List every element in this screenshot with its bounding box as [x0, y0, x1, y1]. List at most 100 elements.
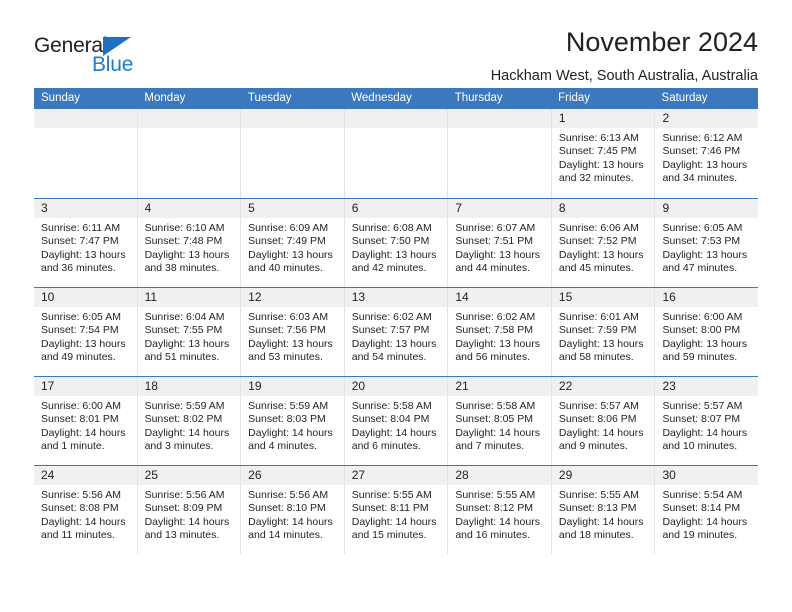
- day-cell[interactable]: 9 Sunrise: 6:05 AM Sunset: 7:53 PM Dayli…: [655, 199, 759, 287]
- day-number: 18: [137, 377, 241, 396]
- daylight-text-line1: Daylight: 13 hours: [351, 337, 437, 350]
- day-cell[interactable]: 7 Sunrise: 6:07 AM Sunset: 7:51 PM Dayli…: [448, 199, 552, 287]
- weekday-header-wednesday: Wednesday: [351, 92, 412, 104]
- day-cell[interactable]: 11 Sunrise: 6:04 AM Sunset: 7:55 PM Dayl…: [137, 288, 242, 376]
- daylight-text-line1: Daylight: 14 hours: [248, 515, 333, 528]
- day-number: 24: [34, 466, 137, 485]
- day-details: Sunrise: 6:00 AM Sunset: 8:01 PM Dayligh…: [34, 396, 137, 454]
- logo-text-blue: Blue: [92, 53, 134, 76]
- sunset-text: Sunset: 7:54 PM: [41, 324, 119, 337]
- daylight-text-line1: Daylight: 13 hours: [248, 337, 333, 350]
- day-cell[interactable]: 10 Sunrise: 6:05 AM Sunset: 7:54 PM Dayl…: [34, 288, 138, 376]
- day-details: Sunrise: 5:56 AM Sunset: 8:08 PM Dayligh…: [34, 485, 137, 543]
- day-number: 3: [34, 199, 137, 218]
- day-details: Sunrise: 5:59 AM Sunset: 8:02 PM Dayligh…: [138, 396, 241, 454]
- day-cell[interactable]: 26 Sunrise: 5:56 AM Sunset: 8:10 PM Dayl…: [241, 466, 345, 554]
- day-cell[interactable]: 29 Sunrise: 5:55 AM Sunset: 8:13 PM Dayl…: [551, 466, 656, 554]
- day-details: Sunrise: 6:04 AM Sunset: 7:55 PM Dayligh…: [138, 307, 241, 365]
- sunrise-text: Sunrise: 5:58 AM: [455, 400, 536, 412]
- daylight-text-line1: Daylight: 14 hours: [351, 426, 437, 439]
- daylight-text-line2: and 42 minutes.: [351, 262, 427, 275]
- sunset-text: Sunset: 8:14 PM: [662, 502, 741, 515]
- title-block: November 2024 Hackham West, South Austra…: [150, 26, 758, 86]
- sunset-text: Sunset: 7:57 PM: [351, 324, 430, 337]
- day-details: Sunrise: 6:03 AM Sunset: 7:56 PM Dayligh…: [241, 307, 344, 365]
- day-cell[interactable]: 12 Sunrise: 6:03 AM Sunset: 7:56 PM Dayl…: [241, 288, 345, 376]
- sunrise-text: Sunrise: 6:06 AM: [558, 222, 639, 234]
- daylight-text-line1: Daylight: 13 hours: [558, 248, 644, 261]
- sunset-text: Sunset: 7:58 PM: [455, 324, 533, 337]
- sunset-text: Sunset: 7:49 PM: [248, 235, 326, 248]
- sunrise-text: Sunrise: 6:05 AM: [662, 222, 743, 234]
- day-details: Sunrise: 5:54 AM Sunset: 8:14 PM Dayligh…: [655, 485, 758, 543]
- sunrise-text: Sunrise: 6:03 AM: [248, 311, 329, 323]
- day-cell[interactable]: 4 Sunrise: 6:10 AM Sunset: 7:48 PM Dayli…: [137, 199, 242, 287]
- day-cell[interactable]: [241, 109, 345, 198]
- sunset-text: Sunset: 7:45 PM: [558, 145, 637, 158]
- day-cell[interactable]: 21 Sunrise: 5:58 AM Sunset: 8:05 PM Dayl…: [448, 377, 552, 465]
- day-details: Sunrise: 6:07 AM Sunset: 7:51 PM Dayligh…: [448, 218, 551, 276]
- day-cell[interactable]: 24 Sunrise: 5:56 AM Sunset: 8:08 PM Dayl…: [34, 466, 138, 554]
- sunset-text: Sunset: 7:53 PM: [662, 235, 741, 248]
- day-cell[interactable]: 17 Sunrise: 6:00 AM Sunset: 8:01 PM Dayl…: [34, 377, 138, 465]
- day-cell[interactable]: 25 Sunrise: 5:56 AM Sunset: 8:09 PM Dayl…: [137, 466, 242, 554]
- day-cell[interactable]: 13 Sunrise: 6:02 AM Sunset: 7:57 PM Dayl…: [344, 288, 449, 376]
- day-details: Sunrise: 6:02 AM Sunset: 7:57 PM Dayligh…: [345, 307, 448, 365]
- sunset-text: Sunset: 7:47 PM: [41, 235, 119, 248]
- day-cell[interactable]: 2 Sunrise: 6:12 AM Sunset: 7:46 PM Dayli…: [655, 109, 759, 198]
- day-cell[interactable]: 27 Sunrise: 5:55 AM Sunset: 8:11 PM Dayl…: [344, 466, 449, 554]
- daylight-text-line1: Daylight: 14 hours: [558, 426, 644, 439]
- sunset-text: Sunset: 7:50 PM: [351, 235, 430, 248]
- day-cell[interactable]: 23 Sunrise: 5:57 AM Sunset: 8:07 PM Dayl…: [655, 377, 759, 465]
- week-row: 24 Sunrise: 5:56 AM Sunset: 8:08 PM Dayl…: [34, 465, 759, 554]
- sunrise-text: Sunrise: 5:58 AM: [351, 400, 432, 412]
- day-cell[interactable]: [448, 109, 552, 198]
- day-cell[interactable]: 16 Sunrise: 6:00 AM Sunset: 8:00 PM Dayl…: [655, 288, 759, 376]
- day-details: Sunrise: 6:10 AM Sunset: 7:48 PM Dayligh…: [138, 218, 241, 276]
- day-number: 19: [241, 377, 344, 396]
- sunset-text: Sunset: 8:00 PM: [662, 324, 741, 337]
- day-cell[interactable]: 8 Sunrise: 6:06 AM Sunset: 7:52 PM Dayli…: [551, 199, 656, 287]
- sunrise-text: Sunrise: 6:00 AM: [662, 311, 743, 323]
- day-cell[interactable]: 3 Sunrise: 6:11 AM Sunset: 7:47 PM Dayli…: [34, 199, 138, 287]
- day-cell[interactable]: 15 Sunrise: 6:01 AM Sunset: 7:59 PM Dayl…: [551, 288, 656, 376]
- day-cell[interactable]: 6 Sunrise: 6:08 AM Sunset: 7:50 PM Dayli…: [344, 199, 449, 287]
- sunrise-text: Sunrise: 5:56 AM: [248, 489, 329, 501]
- day-cell[interactable]: 28 Sunrise: 5:55 AM Sunset: 8:12 PM Dayl…: [448, 466, 552, 554]
- day-cell[interactable]: 20 Sunrise: 5:58 AM Sunset: 8:04 PM Dayl…: [344, 377, 449, 465]
- day-cell[interactable]: 5 Sunrise: 6:09 AM Sunset: 7:49 PM Dayli…: [241, 199, 345, 287]
- day-cell[interactable]: 14 Sunrise: 6:02 AM Sunset: 7:58 PM Dayl…: [448, 288, 552, 376]
- daylight-text-line2: and 4 minutes.: [248, 440, 318, 453]
- day-number: 17: [34, 377, 137, 396]
- sunrise-text: Sunrise: 6:04 AM: [144, 311, 225, 323]
- day-cell[interactable]: [344, 109, 449, 198]
- day-cell[interactable]: 30 Sunrise: 5:54 AM Sunset: 8:14 PM Dayl…: [655, 466, 759, 554]
- daylight-text-line2: and 44 minutes.: [455, 262, 531, 275]
- daylight-text-line2: and 38 minutes.: [144, 262, 220, 275]
- day-cell[interactable]: 22 Sunrise: 5:57 AM Sunset: 8:06 PM Dayl…: [551, 377, 656, 465]
- sunrise-text: Sunrise: 6:02 AM: [455, 311, 536, 323]
- daylight-text-line2: and 58 minutes.: [558, 351, 634, 364]
- day-details: Sunrise: 5:55 AM Sunset: 8:12 PM Dayligh…: [448, 485, 551, 543]
- sunrise-text: Sunrise: 5:56 AM: [144, 489, 225, 501]
- day-details: Sunrise: 6:05 AM Sunset: 7:54 PM Dayligh…: [34, 307, 137, 365]
- daylight-text-line1: Daylight: 14 hours: [248, 426, 333, 439]
- daylight-text-line2: and 54 minutes.: [351, 351, 427, 364]
- day-cell[interactable]: 18 Sunrise: 5:59 AM Sunset: 8:02 PM Dayl…: [137, 377, 242, 465]
- sunset-text: Sunset: 7:46 PM: [662, 145, 741, 158]
- general-blue-logo[interactable]: General Blue: [34, 26, 150, 78]
- day-cell[interactable]: 1 Sunrise: 6:13 AM Sunset: 7:45 PM Dayli…: [551, 109, 656, 198]
- day-cell[interactable]: [34, 109, 138, 198]
- day-number: 1: [551, 109, 655, 128]
- daylight-text-line1: Daylight: 13 hours: [144, 248, 230, 261]
- daylight-text-line2: and 45 minutes.: [558, 262, 634, 275]
- day-number: 6: [344, 199, 448, 218]
- sunset-text: Sunset: 8:10 PM: [248, 502, 326, 515]
- day-cell[interactable]: 19 Sunrise: 5:59 AM Sunset: 8:03 PM Dayl…: [241, 377, 345, 465]
- day-details: Sunrise: 6:06 AM Sunset: 7:52 PM Dayligh…: [552, 218, 655, 276]
- daylight-text-line2: and 10 minutes.: [662, 440, 738, 453]
- day-number: 10: [34, 288, 137, 307]
- day-number: 2: [655, 109, 759, 128]
- daylight-text-line1: Daylight: 13 hours: [455, 337, 540, 350]
- day-cell[interactable]: [137, 109, 242, 198]
